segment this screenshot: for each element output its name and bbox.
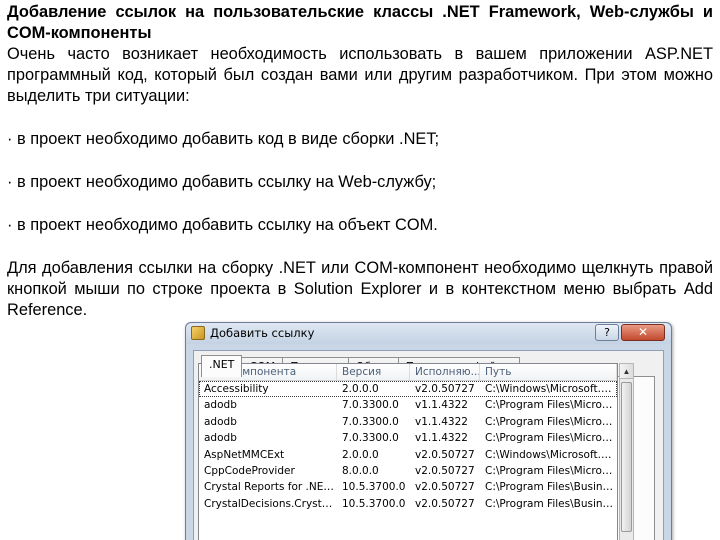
document: Добавление ссылок на пользовательские кл… <box>7 2 713 321</box>
dialog-titlebar[interactable]: Добавить ссылку ? ✕ <box>186 323 671 344</box>
cell-name: CrystalDecisions.CrystalRe... <box>204 497 337 510</box>
list-item[interactable]: adodb 7.0.3300.0 v1.1.4322 C:\Program Files… <box>199 414 617 430</box>
list-item[interactable]: adodb 7.0.3300.0 v1.1.4322 C:\Program Files… <box>199 397 617 413</box>
cell-runtime: v2.0.50727 <box>415 464 475 477</box>
help-button[interactable]: ? <box>595 324 619 341</box>
add-reference-dialog: Добавить ссылку ? ✕ .NET COM Проекты Обз… <box>185 322 672 540</box>
cell-version: 7.0.3300.0 <box>342 399 399 412</box>
cell-runtime: v2.0.50727 <box>415 497 475 510</box>
bullet-item: · в проект необходимо добавить ссылку на… <box>7 216 438 234</box>
document-closing: Для добавления ссылки на сборку .NET или… <box>7 259 713 319</box>
cell-name: adodb <box>204 399 237 412</box>
document-intro: Очень часто возникает необходимость испо… <box>7 45 713 105</box>
cell-path: C:\Program Files\Business... <box>485 481 617 494</box>
dialog-title: Добавить ссылку <box>210 326 315 340</box>
list-item[interactable]: Accessibility 2.0.0.0 v2.0.50727 C:\Windows… <box>199 381 617 398</box>
cell-version: 10.5.3700.0 <box>342 481 406 494</box>
cell-path: C:\Program Files\Microso... <box>485 432 617 445</box>
tab-dotnet[interactable]: .NET <box>201 355 243 377</box>
cell-path: C:\Windows\Microsoft.N... <box>485 448 617 461</box>
cell-runtime: v2.0.50727 <box>415 383 475 395</box>
list-item[interactable]: adodb 7.0.3300.0 v1.1.4322 C:\Program Files… <box>199 430 617 446</box>
vertical-scrollbar[interactable]: ▲ <box>619 363 634 540</box>
bullet-item: · в проект необходимо добавить ссылку на… <box>7 173 437 191</box>
bullet-item: · в проект необходимо добавить код в вид… <box>7 130 440 148</box>
component-list[interactable]: Имя компонента Версия Исполняю... Путь A… <box>198 363 618 540</box>
cell-runtime: v2.0.50727 <box>415 448 475 461</box>
cell-path: C:\Program Files\Business... <box>485 497 617 510</box>
document-heading: Добавление ссылок на пользовательские кл… <box>7 3 713 42</box>
column-header-version[interactable]: Версия <box>337 364 410 380</box>
list-item[interactable]: CppCodeProvider 8.0.0.0 v2.0.50727 C:\Progr… <box>199 463 617 479</box>
column-header-path[interactable]: Путь <box>480 364 617 380</box>
cell-version: 7.0.3300.0 <box>342 415 399 428</box>
list-item[interactable]: CrystalDecisions.CrystalRe... 10.5.3700.0… <box>199 496 617 512</box>
cell-path: C:\Program Files\Microso... <box>485 464 617 477</box>
scroll-thumb[interactable] <box>621 382 632 532</box>
column-header-runtime[interactable]: Исполняю... <box>410 364 480 380</box>
close-button[interactable]: ✕ <box>621 324 665 341</box>
cell-runtime: v2.0.50727 <box>415 481 475 494</box>
list-rows: Accessibility 2.0.0.0 v2.0.50727 C:\Windows… <box>199 381 617 512</box>
cell-version: 10.5.3700.0 <box>342 497 406 510</box>
cell-version: 2.0.0.0 <box>342 383 379 395</box>
cell-name: adodb <box>204 415 237 428</box>
cell-runtime: v1.1.4322 <box>415 399 468 412</box>
scroll-up-arrow-icon[interactable]: ▲ <box>620 364 633 379</box>
list-header: Имя компонента Версия Исполняю... Путь <box>199 364 617 381</box>
cell-runtime: v1.1.4322 <box>415 432 468 445</box>
cell-version: 2.0.0.0 <box>342 448 379 461</box>
cell-path: C:\Windows\Microsoft.N... <box>485 383 617 395</box>
list-item[interactable]: Crystal Reports for .NET Fr... 10.5.3700.… <box>199 479 617 495</box>
app-icon <box>191 326 205 340</box>
cell-version: 7.0.3300.0 <box>342 432 399 445</box>
cell-runtime: v1.1.4322 <box>415 415 468 428</box>
cell-name: Crystal Reports for .NET Fr... <box>204 481 337 494</box>
cell-version: 8.0.0.0 <box>342 464 379 477</box>
cell-path: C:\Program Files\Microso... <box>485 415 617 428</box>
cell-name: AspNetMMCExt <box>204 448 285 461</box>
cell-name: adodb <box>204 432 237 445</box>
cell-name: Accessibility <box>204 383 269 395</box>
list-item[interactable]: AspNetMMCExt 2.0.0.0 v2.0.50727 C:\Windows\… <box>199 447 617 463</box>
cell-path: C:\Program Files\Microso... <box>485 399 617 412</box>
cell-name: CppCodeProvider <box>204 464 295 477</box>
